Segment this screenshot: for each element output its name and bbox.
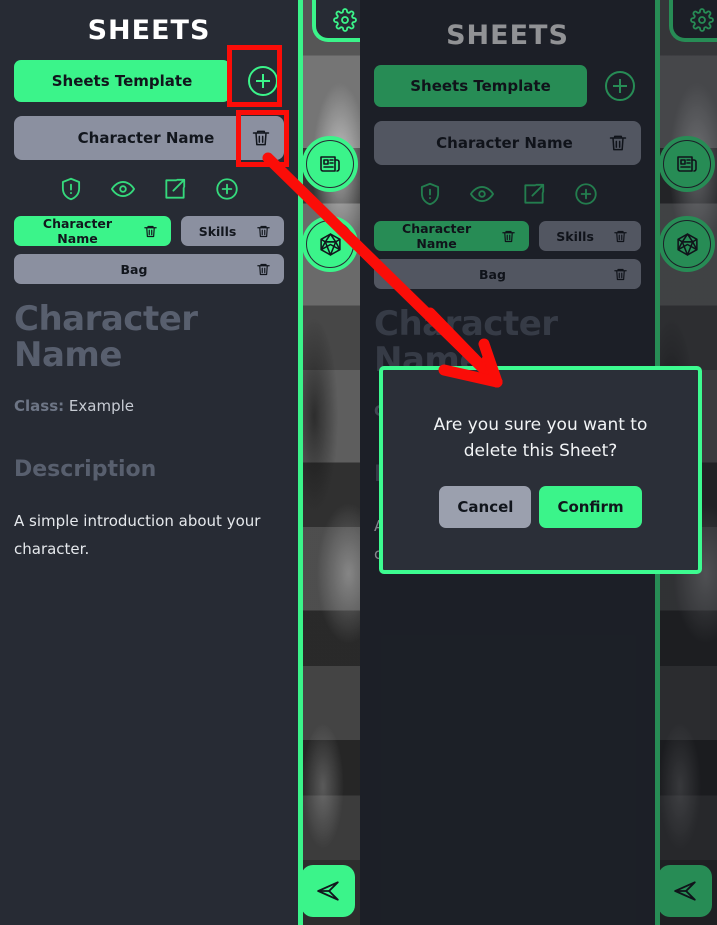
- dialog-actions: Cancel Confirm: [439, 486, 642, 529]
- plus-circle-icon: [605, 71, 635, 101]
- send-button[interactable]: [658, 865, 712, 917]
- tag-row-2: Bag: [14, 254, 284, 284]
- plus-circle-icon[interactable]: [214, 176, 240, 202]
- side-rail: [298, 0, 360, 925]
- add-sheet-button[interactable]: [599, 65, 641, 107]
- cancel-button[interactable]: Cancel: [439, 486, 532, 529]
- tab-label: Character Name: [402, 221, 472, 251]
- settings-button[interactable]: [312, 0, 360, 42]
- tab-bag[interactable]: Bag: [14, 254, 284, 284]
- app-frame-before: SHEETS Sheets Template Character Name Ch…: [0, 0, 360, 925]
- confirm-button[interactable]: Confirm: [539, 486, 642, 529]
- delete-sheet-button[interactable]: [244, 121, 278, 155]
- sheets-template-button[interactable]: Sheets Template: [14, 60, 230, 102]
- news-button[interactable]: [659, 136, 715, 192]
- sheet-list-item[interactable]: Character Name: [14, 116, 284, 160]
- sheet-content: Character Name Class: Example Descriptio…: [0, 299, 298, 564]
- tab-label: Bag: [120, 261, 148, 277]
- sheet-list-item[interactable]: Character Name: [374, 121, 641, 165]
- sheet-name-label: Character Name: [77, 129, 215, 147]
- external-link-icon[interactable]: [521, 181, 547, 207]
- settings-button[interactable]: [669, 0, 717, 42]
- trash-icon: [613, 230, 627, 242]
- send-icon: [674, 881, 696, 901]
- d20-dice-icon: [676, 232, 698, 256]
- delete-tab-button[interactable]: [252, 220, 274, 242]
- sheet-name-label: Character Name: [436, 134, 573, 152]
- delete-tab-button[interactable]: [609, 263, 631, 285]
- template-row: Sheets Template: [0, 60, 298, 102]
- news-button-inner: [307, 141, 353, 187]
- news-article-icon: [677, 156, 697, 172]
- news-button-inner: [664, 141, 710, 187]
- tab-bag[interactable]: Bag: [374, 259, 641, 289]
- sheets-template-button[interactable]: Sheets Template: [374, 65, 587, 107]
- shield-alert-icon[interactable]: [58, 176, 84, 202]
- class-label: Class:: [14, 397, 65, 416]
- plus-circle-icon[interactable]: [573, 181, 599, 207]
- delete-confirm-dialog: Are you sure you want to delete this She…: [379, 366, 702, 574]
- sheet-toolbar: [360, 181, 655, 207]
- tab-skills[interactable]: Skills: [181, 216, 284, 246]
- gear-icon: [690, 8, 714, 32]
- delete-tab-button[interactable]: [252, 258, 274, 280]
- class-line: Class: Example: [14, 397, 284, 415]
- trash-icon: [501, 230, 515, 242]
- trash-icon: [609, 135, 627, 151]
- dice-button-inner: [664, 221, 710, 267]
- class-value: Example: [68, 397, 134, 416]
- add-sheet-button[interactable]: [242, 60, 284, 102]
- sheet-toolbar: [0, 176, 298, 202]
- dice-roller-button[interactable]: [302, 216, 358, 272]
- character-title-line1: Character: [14, 299, 198, 339]
- rail-divider: [298, 0, 303, 925]
- news-article-icon: [320, 156, 340, 172]
- tab-label: Skills: [198, 223, 237, 239]
- send-button[interactable]: [301, 865, 355, 917]
- tab-label: Skills: [556, 228, 594, 244]
- trash-icon: [143, 225, 157, 237]
- send-icon: [317, 881, 339, 901]
- d20-dice-icon: [319, 232, 341, 256]
- delete-tab-button[interactable]: [609, 225, 631, 247]
- tab-character-name[interactable]: Character Name: [374, 221, 530, 251]
- character-title: Character Name: [14, 299, 284, 375]
- tab-label: Character Name: [42, 216, 113, 246]
- page-title: SHEETS: [446, 20, 569, 51]
- trash-icon: [256, 263, 270, 275]
- trash-icon: [252, 130, 270, 146]
- tag-row-1: Character Name Skills: [374, 221, 641, 251]
- eye-icon[interactable]: [469, 181, 495, 207]
- external-link-icon[interactable]: [162, 176, 188, 202]
- dice-roller-button[interactable]: [659, 216, 715, 272]
- plus-circle-icon: [248, 66, 278, 96]
- tab-label: Bag: [479, 266, 506, 282]
- delete-tab-button[interactable]: [497, 225, 519, 247]
- shield-alert-icon[interactable]: [417, 181, 443, 207]
- tab-tag-list: Character Name Skills Bag: [360, 221, 655, 289]
- description-text: A simple introduction about your charact…: [14, 512, 261, 559]
- dialog-message: Are you sure you want to delete this She…: [433, 414, 648, 461]
- character-title-line1: Character: [374, 304, 558, 344]
- gear-icon: [333, 8, 357, 32]
- character-title-line2: Name: [14, 334, 122, 375]
- delete-sheet-button[interactable]: [601, 126, 635, 160]
- trash-icon: [613, 268, 627, 280]
- dice-button-inner: [307, 221, 353, 267]
- tag-row-1: Character Name Skills: [14, 216, 284, 246]
- sheets-panel: SHEETS Sheets Template Character Name Ch…: [0, 0, 298, 925]
- tag-row-2: Bag: [374, 259, 641, 289]
- description-heading: Description: [14, 457, 157, 483]
- page-title: SHEETS: [87, 15, 211, 46]
- screenshot-stage: SHEETS Sheets Template Character Name Ch…: [0, 0, 717, 925]
- eye-icon[interactable]: [110, 176, 136, 202]
- tab-tag-list: Character Name Skills Bag: [0, 216, 298, 284]
- tab-skills[interactable]: Skills: [539, 221, 641, 251]
- template-row: Sheets Template: [360, 65, 655, 107]
- delete-tab-button[interactable]: [139, 220, 161, 242]
- trash-icon: [256, 225, 270, 237]
- news-button[interactable]: [302, 136, 358, 192]
- tab-character-name[interactable]: Character Name: [14, 216, 171, 246]
